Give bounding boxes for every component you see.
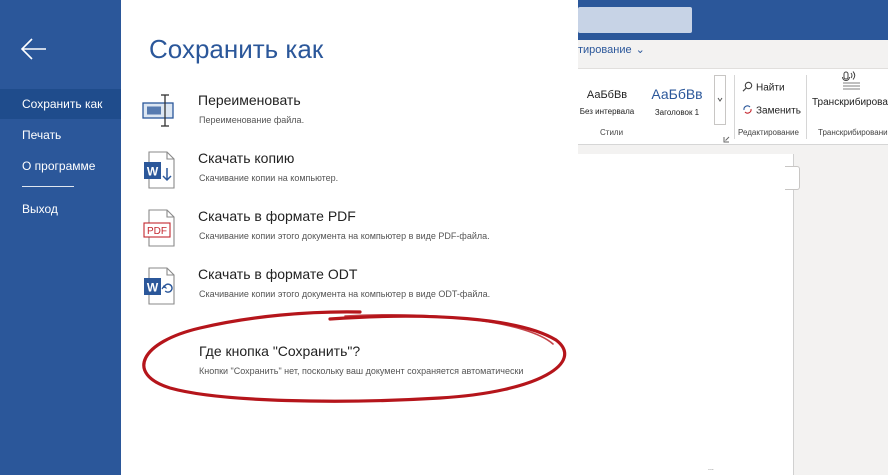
download-pdf-description: Скачивание копии этого документа на комп… — [199, 231, 490, 241]
save-button-faq[interactable]: Где кнопка "Сохранить"? Кнопки "Сохранит… — [121, 343, 578, 395]
download-pdf-title: Скачать в формате PDF — [198, 208, 356, 224]
save-as-panel: Сохранить как Переименовать Переименован… — [121, 0, 578, 475]
ribbon-tab-label: тирование — [578, 44, 632, 56]
style-name: Без интервала — [579, 107, 635, 116]
microphone-icon — [840, 69, 862, 94]
page-edge-marker — [785, 166, 800, 190]
replace-button[interactable]: Заменить — [742, 104, 801, 118]
download-copy-description: Скачивание копии на компьютер. — [199, 173, 339, 183]
chevron-down-icon: ⌄ — [635, 44, 645, 56]
search-icon — [742, 81, 753, 95]
faq-description: Кнопки "Сохранить" нет, поскольку ваш до… — [199, 366, 524, 376]
rename-title: Переименовать — [198, 92, 301, 108]
download-odt-title: Скачать в формате ODT — [198, 266, 358, 282]
styles-launcher-icon[interactable] — [723, 130, 730, 143]
download-odt-description: Скачивание копии этого документа на комп… — [199, 289, 491, 299]
download-odt-option[interactable]: W Скачать в формате ODT Скачивание копии… — [121, 266, 578, 318]
status-bar-fragment: ... — [708, 465, 714, 472]
find-label: Найти — [756, 82, 785, 94]
page-title: Сохранить как — [149, 34, 324, 64]
document-page[interactable] — [578, 154, 794, 475]
replace-icon — [742, 104, 753, 118]
nav-item-print[interactable]: Печать — [0, 120, 121, 150]
download-copy-title: Скачать копию — [198, 150, 295, 166]
ribbon: АаБбВв Без интервала АаБбВв Заголовок 1 … — [578, 68, 888, 145]
svg-text:W: W — [147, 165, 159, 179]
nav-item-exit[interactable]: Выход — [0, 194, 121, 224]
nav-divider — [22, 186, 74, 187]
nav-item-about[interactable]: О программе — [0, 151, 121, 181]
group-label-transcribe: Транскрибирование — [818, 128, 888, 137]
word-download-icon: W — [139, 150, 181, 192]
word-odt-icon: W — [139, 266, 181, 308]
pdf-icon-label: PDF — [147, 226, 167, 237]
style-preview: АаБбВв — [586, 89, 628, 101]
group-label-styles: Стили — [600, 128, 624, 137]
nav-item-save-as[interactable]: Сохранить как — [0, 89, 121, 119]
replace-label: Заменить — [756, 105, 801, 117]
styles-scroll[interactable] — [714, 75, 726, 125]
search-box[interactable] — [578, 7, 692, 33]
rename-icon — [139, 92, 181, 134]
style-preview: АаБбВв — [651, 86, 703, 102]
download-copy-option[interactable]: W Скачать копию Скачивание копии на комп… — [121, 150, 578, 202]
word-titlebar — [578, 0, 888, 40]
style-name: Заголовок 1 — [654, 108, 700, 117]
faq-title: Где кнопка "Сохранить"? — [199, 343, 361, 359]
download-pdf-option[interactable]: PDF Скачать в формате PDF Скачивание коп… — [121, 208, 578, 260]
style-heading-1[interactable]: АаБбВв Заголовок 1 — [644, 75, 710, 125]
transcribe-button[interactable]: Транскрибировать — [812, 69, 888, 119]
word-window-background: тирование ⌄ АаБбВв Без интервала АаБбВв З… — [578, 0, 888, 475]
rename-description: Переименование файла. — [199, 115, 305, 125]
ribbon-tab-selector[interactable]: тирование ⌄ — [578, 43, 645, 56]
transcribe-label: Транскрибировать — [812, 97, 888, 108]
pdf-icon: PDF — [139, 208, 181, 250]
group-label-editing: Редактирование — [738, 128, 799, 137]
back-arrow-icon[interactable] — [18, 34, 50, 64]
ribbon-separator — [806, 75, 807, 139]
find-button[interactable]: Найти — [742, 81, 785, 95]
backstage-nav: Сохранить как Печать О программе Выход — [0, 0, 121, 475]
rename-option[interactable]: Переименовать Переименование файла. — [121, 92, 578, 144]
svg-text:W: W — [147, 281, 159, 295]
style-no-spacing[interactable]: АаБбВв Без интервала — [578, 75, 636, 125]
ribbon-separator — [734, 75, 735, 139]
